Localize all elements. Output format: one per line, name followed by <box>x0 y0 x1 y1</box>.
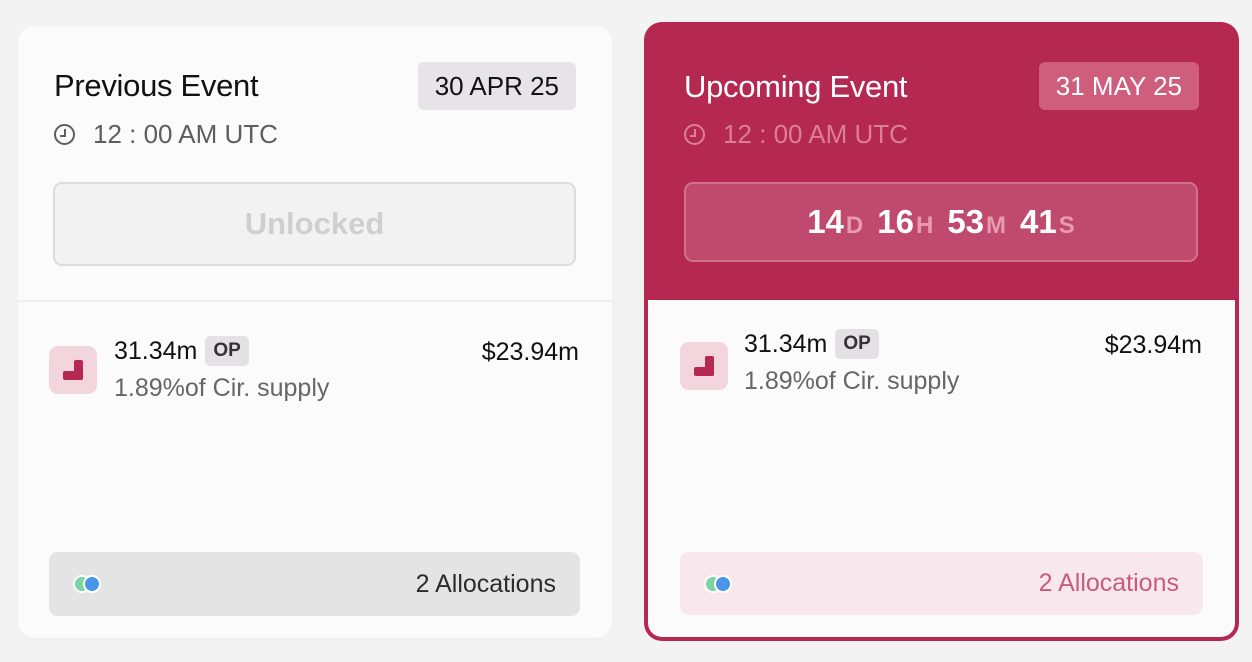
event-title: Previous Event <box>54 68 259 103</box>
allocation-dots-icon <box>704 574 732 593</box>
unlocked-status: Unlocked <box>53 182 576 266</box>
event-time: 12 : 00 AM UTC <box>54 119 278 150</box>
countdown-hours: 16 H <box>877 203 934 240</box>
op-token-icon <box>49 346 97 394</box>
event-time-text: 12 : 00 AM UTC <box>723 119 908 149</box>
allocations-button[interactable]: 2 Allocations <box>680 552 1203 615</box>
usd-value: $23.94m <box>481 338 579 366</box>
countdown-timer: 14 D 16 H 53 M 41 S <box>684 182 1198 262</box>
event-title: Upcoming Event <box>684 69 908 104</box>
countdown-seconds: 41 S <box>1020 203 1075 240</box>
token-symbol-tag: OP <box>205 336 249 366</box>
clock-icon <box>684 124 705 145</box>
event-time: 12 : 00 AM UTC <box>684 119 908 150</box>
circulating-supply-percent: 1.89%of Cir. supply <box>114 374 330 402</box>
token-symbol-tag: OP <box>835 329 879 359</box>
event-date-badge: 30 APR 25 <box>417 62 576 110</box>
event-time-text: 12 : 00 AM UTC <box>93 119 278 149</box>
clock-icon <box>54 124 75 145</box>
countdown-days: 14 D <box>807 203 864 240</box>
token-amount: 31.34m <box>744 329 828 358</box>
allocation-dots-icon <box>73 575 101 593</box>
event-date-badge: 31 MAY 25 <box>1038 62 1199 110</box>
previous-event-body: 31.34m OP 1.89%of Cir. supply $23.94m 2 … <box>18 304 612 638</box>
token-amount-row: 31.34m OP <box>114 336 249 366</box>
allocations-label: 2 Allocations <box>1038 569 1179 597</box>
token-amount: 31.34m <box>114 336 198 365</box>
previous-event-header: Previous Event 30 APR 25 12 : 00 AM UTC … <box>18 26 612 302</box>
token-amount-row: 31.34m OP <box>744 329 879 359</box>
previous-event-card: Previous Event 30 APR 25 12 : 00 AM UTC … <box>18 26 612 638</box>
op-token-icon <box>680 342 728 390</box>
circulating-supply-percent: 1.89%of Cir. supply <box>744 367 960 395</box>
upcoming-event-card: Upcoming Event 31 MAY 25 12 : 00 AM UTC … <box>644 22 1239 641</box>
upcoming-event-body: 31.34m OP 1.89%of Cir. supply $23.94m 2 … <box>648 300 1235 637</box>
countdown-minutes: 53 M <box>947 203 1007 240</box>
allocations-button[interactable]: 2 Allocations <box>49 552 580 616</box>
usd-value: $23.94m <box>1104 331 1202 359</box>
upcoming-event-header: Upcoming Event 31 MAY 25 12 : 00 AM UTC … <box>644 22 1239 298</box>
allocations-label: 2 Allocations <box>415 569 556 598</box>
